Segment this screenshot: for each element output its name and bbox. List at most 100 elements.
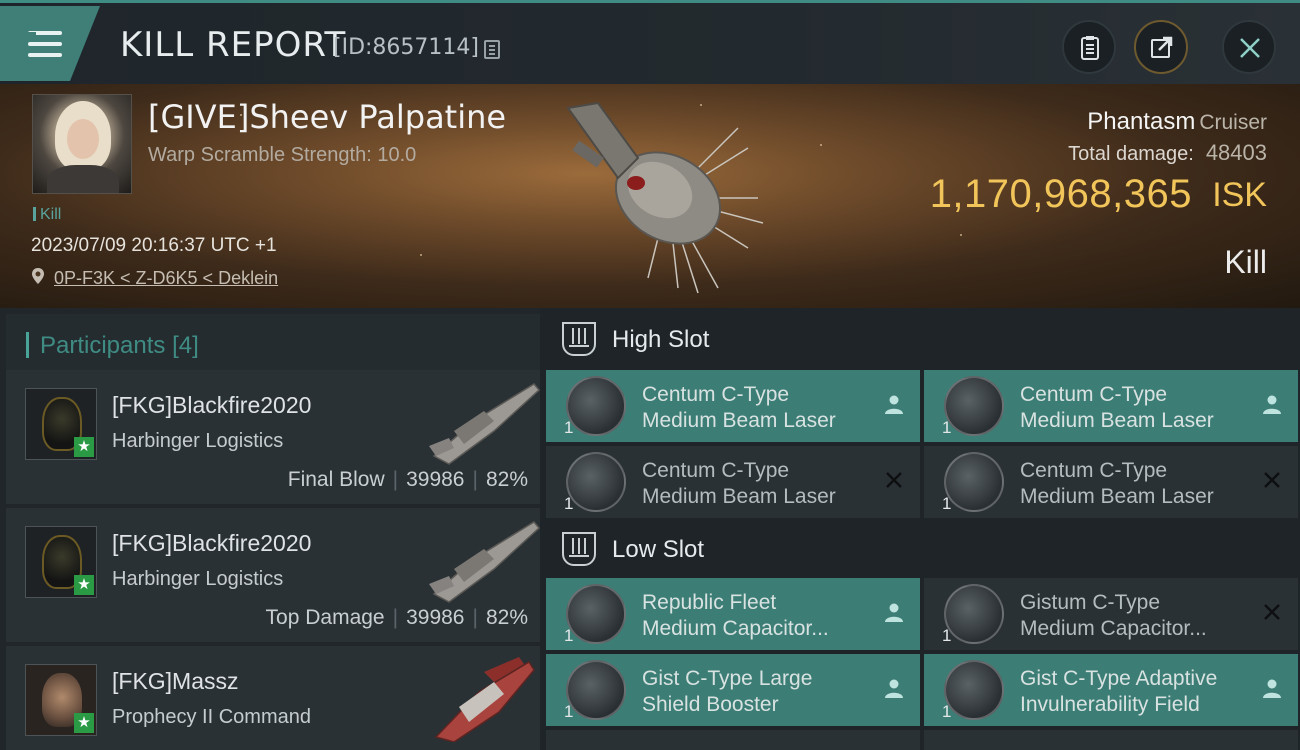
- total-damage-label: Total damage:: [1068, 143, 1194, 165]
- destroyed-x-icon: [1264, 604, 1280, 620]
- module-name: Gist C-Type Large Shield Booster: [642, 667, 813, 716]
- star-icon: ★: [74, 575, 94, 595]
- participant-row[interactable]: ★ [FKG]Blackfire2020 Harbinger Logistics…: [6, 508, 541, 642]
- victim-panel: [GIVE]Sheev Palpatine Warp Scramble Stre…: [0, 84, 1300, 308]
- module-quantity: 1: [942, 418, 952, 437]
- module-name: Gist C-Type Adaptive Invulnerability Fiel…: [1020, 667, 1218, 716]
- participant-percent: 82%: [485, 468, 528, 491]
- kill-tag: Kill: [33, 206, 61, 224]
- close-icon: [1240, 38, 1260, 58]
- participant-ship-image: [429, 521, 541, 603]
- dropped-person-icon: [1263, 679, 1281, 698]
- module-name: Centum C-Type Medium Beam Laser: [642, 459, 836, 508]
- participant-name: [FKG]Blackfire2020: [112, 530, 312, 556]
- participant-row[interactable]: ★ [FKG]Blackfire2020 Harbinger Logistics…: [6, 370, 541, 504]
- participants-count: [4]: [172, 332, 199, 359]
- module-name: Centum C-Type Medium Beam Laser: [1020, 459, 1214, 508]
- star-icon: ★: [74, 713, 94, 733]
- participant-damage: 39986: [406, 606, 465, 629]
- location-pin-icon: [32, 268, 44, 284]
- ship-class: Cruiser: [1199, 111, 1267, 134]
- participants-panel: Participants [4] ★ [FKG]Blackfire2020 Ha…: [0, 308, 541, 750]
- share-button[interactable]: [1134, 20, 1188, 74]
- capacitor-icon: [944, 584, 1004, 644]
- participant-avatar: ★: [25, 388, 97, 460]
- menu-icon-line: [28, 42, 62, 46]
- kill-result: Kill: [1224, 244, 1267, 280]
- module-slot[interactable]: 1 Centum C-Type Medium Beam Laser: [924, 446, 1298, 518]
- participant-ship: Harbinger Logistics: [112, 568, 284, 590]
- module-quantity: 1: [942, 494, 952, 513]
- total-damage-value: 48403: [1205, 140, 1267, 165]
- copy-icon[interactable]: [484, 40, 500, 59]
- module-name: Gistum C-Type Medium Capacitor...: [1020, 591, 1207, 640]
- module-slot[interactable]: 1 Centum C-Type Medium Beam Laser: [546, 446, 920, 518]
- fitting-panel: High Slot 1 Centum C-Type Medium Beam Las…: [540, 308, 1300, 750]
- module-name: Centum C-Type Medium Beam Laser: [1020, 383, 1214, 432]
- participant-percent: 82%: [485, 606, 528, 629]
- victim-ship-image[interactable]: [548, 88, 778, 298]
- victim-ship-name[interactable]: Phantasm Cruiser: [1087, 108, 1267, 136]
- module-slot[interactable]: 1 Gistum C-Type Medium Capacitor...: [924, 578, 1298, 650]
- participant-avatar: ★: [25, 526, 97, 598]
- menu-icon-line: [28, 53, 62, 57]
- kill-datetime: 2023/07/09 20:16:37 UTC +1: [31, 235, 277, 256]
- beam-laser-icon: [944, 452, 1004, 512]
- page-title: KILL REPORT: [120, 25, 347, 65]
- module-slot[interactable]: [924, 730, 1298, 750]
- star-icon: ★: [74, 437, 94, 457]
- module-quantity: 1: [564, 494, 574, 513]
- high-slot-label: High Slot: [612, 326, 710, 353]
- participant-damage: 39986: [406, 468, 465, 491]
- participant-name: [FKG]Blackfire2020: [112, 392, 312, 418]
- warp-scramble-strength: Warp Scramble Strength: 10.0: [148, 144, 417, 166]
- destroyed-x-icon: [1264, 472, 1280, 488]
- module-quantity: 1: [942, 626, 952, 645]
- victim-portrait[interactable]: [32, 94, 132, 194]
- share-icon: [1151, 36, 1173, 58]
- close-button[interactable]: [1222, 20, 1276, 74]
- kill-location-link[interactable]: 0P-F3K < Z-D6K5 < Deklein: [54, 268, 278, 289]
- clipboard-icon: [1081, 36, 1099, 60]
- module-quantity: 1: [564, 418, 574, 437]
- participant-stat-label: Final Blow: [287, 468, 385, 491]
- isk-value: 1,170,968,365: [929, 172, 1192, 216]
- participant-stat-label: Top Damage: [265, 606, 385, 629]
- destroyed-x-icon: [886, 472, 902, 488]
- participants-header: Participants [4]: [6, 314, 540, 374]
- victim-name[interactable]: [GIVE]Sheev Palpatine: [148, 98, 506, 136]
- participant-ship: Prophecy II Command: [112, 706, 311, 728]
- top-bar: KILL REPORT [ID:8657114]: [0, 0, 1300, 84]
- module-slot[interactable]: 1 Centum C-Type Medium Beam Laser: [924, 370, 1298, 442]
- module-slot[interactable]: 1 Republic Fleet Medium Capacitor...: [546, 578, 920, 650]
- beam-laser-icon: [566, 452, 626, 512]
- low-slot-icon: [562, 532, 596, 566]
- dropped-person-icon: [1263, 395, 1281, 414]
- menu-button[interactable]: [0, 6, 100, 81]
- participant-stats: Final Blow | 39986 | 82%: [287, 468, 528, 491]
- module-slot[interactable]: 1 Centum C-Type Medium Beam Laser: [546, 370, 920, 442]
- module-slot[interactable]: [546, 730, 920, 750]
- module-quantity: 1: [564, 702, 574, 721]
- dropped-person-icon: [885, 679, 903, 698]
- module-quantity: 1: [942, 702, 952, 721]
- participants-title: Participants: [40, 332, 166, 359]
- dropped-person-icon: [885, 603, 903, 622]
- high-slot-header: High Slot: [540, 308, 1300, 370]
- module-name: Centum C-Type Medium Beam Laser: [642, 383, 836, 432]
- participant-ship-image: [429, 383, 541, 465]
- invulnerability-field-icon: [944, 660, 1004, 720]
- module-quantity: 1: [564, 626, 574, 645]
- participant-row[interactable]: ★ [FKG]Massz Prophecy II Command: [6, 646, 540, 750]
- beam-laser-icon: [944, 376, 1004, 436]
- module-slot[interactable]: 1 Gist C-Type Large Shield Booster: [546, 654, 920, 726]
- module-slot[interactable]: 1 Gist C-Type Adaptive Invulnerability Fi…: [924, 654, 1298, 726]
- report-button[interactable]: [1062, 20, 1116, 74]
- total-damage: Total damage: 48403: [1068, 140, 1267, 166]
- shield-booster-icon: [566, 660, 626, 720]
- participant-ship: Harbinger Logistics: [112, 430, 284, 452]
- ship-name: Phantasm: [1087, 108, 1196, 135]
- low-slot-header: Low Slot: [540, 518, 1300, 580]
- low-slot-label: Low Slot: [612, 536, 705, 563]
- participant-name: [FKG]Massz: [112, 668, 239, 694]
